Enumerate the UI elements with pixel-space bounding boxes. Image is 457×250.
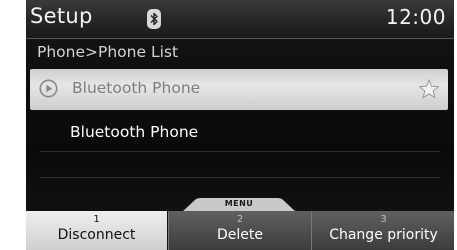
star-icon[interactable] [418,78,440,100]
menu-tab[interactable]: MENU [182,198,296,212]
phone-list-item[interactable]: Bluetooth Phone [26,110,454,150]
bluetooth-icon [147,9,161,29]
clock: 12:00 [385,5,446,29]
phone-name: Bluetooth Phone [70,123,199,141]
disconnect-button[interactable]: 1 Disconnect [26,211,167,250]
head-unit-screen: Setup 12:00 Phone>Phone List Bluetooth P… [26,0,454,250]
screen-title: Setup [30,4,93,28]
softkey-label: Change priority [329,227,438,243]
phone-name: Bluetooth Phone [72,79,201,97]
list-divider [40,177,440,178]
softkey-label: Delete [217,227,263,243]
softkey-label: Disconnect [57,227,136,243]
list-divider [40,151,440,152]
softkey-number: 2 [236,214,244,225]
header-bar: Setup 12:00 [26,0,454,39]
softkey-number: 1 [93,214,100,225]
softkey-bar: 1 Disconnect 2 Delete 3 Change priority [26,211,454,250]
change-priority-button[interactable]: 3 Change priority [311,211,454,250]
menu-tab-label: MENU [224,199,254,208]
phone-list-item-selected[interactable]: Bluetooth Phone [30,69,448,110]
delete-button[interactable]: 2 Delete [168,211,311,250]
softkey-number: 3 [380,214,387,225]
breadcrumb: Phone>Phone List [37,43,179,61]
play-circle-icon [39,79,58,98]
